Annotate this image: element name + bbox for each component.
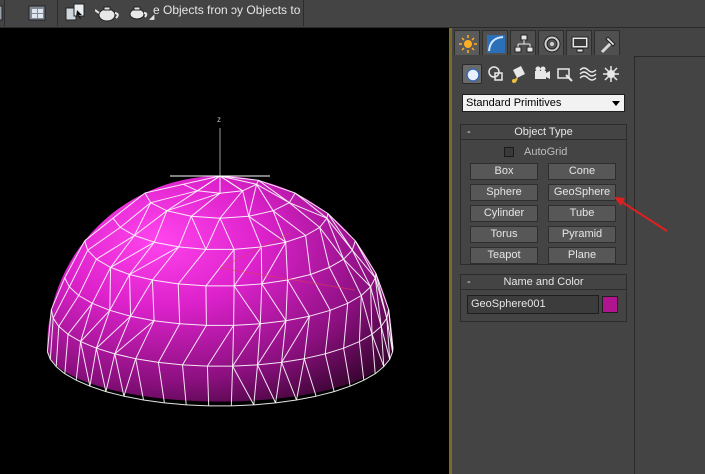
wireframe-edge bbox=[205, 285, 207, 326]
hierarchy-icon bbox=[514, 34, 534, 53]
utilities-tab[interactable] bbox=[594, 30, 620, 55]
create-tab[interactable] bbox=[454, 30, 480, 55]
lights-category-icon[interactable] bbox=[509, 64, 529, 84]
display-tab[interactable] bbox=[566, 30, 592, 55]
box-button[interactable]: Box bbox=[470, 163, 538, 180]
wireframe-edge bbox=[105, 391, 125, 397]
wireframe-edge bbox=[260, 246, 263, 284]
autogrid-checkbox[interactable] bbox=[504, 147, 514, 157]
tube-button[interactable]: Tube bbox=[548, 205, 616, 222]
hierarchy-tab[interactable] bbox=[510, 30, 536, 55]
geosphere-button[interactable]: GeoSphere bbox=[548, 184, 616, 201]
sphere-button[interactable]: Sphere bbox=[470, 184, 538, 201]
geosphere-wireframe[interactable]: z bbox=[0, 28, 449, 474]
wireframe-edge bbox=[231, 404, 254, 407]
cameras-category-icon[interactable] bbox=[532, 64, 552, 84]
create-subcategory-bar bbox=[462, 64, 632, 84]
name-and-color-rollout: - Name and Color GeoSphere001 bbox=[460, 274, 627, 322]
pyramid-button[interactable]: Pyramid bbox=[548, 226, 616, 243]
z-axis-label: z bbox=[217, 115, 221, 124]
name-and-color-rollout-header[interactable]: - Name and Color bbox=[461, 275, 626, 290]
geosphere-object[interactable] bbox=[46, 175, 394, 407]
hammer-icon bbox=[600, 36, 616, 54]
wireframe-edge bbox=[143, 399, 165, 404]
name-and-color-title: Name and Color bbox=[503, 276, 584, 288]
teapot-render-dropdown-icon[interactable] bbox=[126, 2, 148, 24]
systems-category-icon[interactable] bbox=[601, 64, 621, 84]
toolbar-separator bbox=[57, 0, 58, 26]
wireframe-edge bbox=[186, 404, 209, 407]
category-dropdown-value: Standard Primitives bbox=[466, 97, 562, 109]
toolbar-separator bbox=[303, 0, 304, 26]
wireframe-edge bbox=[275, 399, 297, 404]
autogrid-label: AutoGrid bbox=[524, 146, 568, 158]
wireframe-edge bbox=[296, 395, 317, 401]
wireframe-edge bbox=[253, 402, 276, 406]
wireframe-edge bbox=[164, 402, 187, 406]
motion-tab[interactable] bbox=[538, 30, 564, 55]
toolbar-edge-icon[interactable] bbox=[0, 2, 4, 24]
cone-button[interactable]: Cone bbox=[548, 163, 616, 180]
torus-button[interactable]: Torus bbox=[470, 226, 538, 243]
perspective-viewport[interactable]: z bbox=[0, 28, 449, 474]
shapes-category-icon[interactable] bbox=[486, 64, 506, 84]
chevron-down-icon bbox=[612, 101, 620, 106]
selection-set-dropdown[interactable]: e Objects fron ɔy Objects to bbox=[153, 3, 300, 17]
cylinder-button[interactable]: Cylinder bbox=[470, 205, 538, 222]
object-type-rollout: - Object Type AutoGrid Box Cone Sphere G… bbox=[460, 124, 627, 265]
space-warps-category-icon[interactable] bbox=[578, 64, 598, 84]
category-dropdown[interactable]: Standard Primitives bbox=[462, 94, 625, 112]
toolbar-separator bbox=[4, 0, 5, 26]
display-monitor-icon bbox=[571, 36, 589, 53]
wireframe-edge bbox=[233, 285, 235, 326]
app-window: ◢ e Objects fron ɔy Objects to z Standar… bbox=[0, 0, 705, 474]
collapse-icon: - bbox=[467, 276, 471, 288]
geosphere-surface bbox=[47, 176, 393, 402]
command-panel: Standard Primitives - Object Type AutoGr… bbox=[452, 28, 633, 474]
plane-button[interactable]: Plane bbox=[548, 247, 616, 264]
object-type-title: Object Type bbox=[514, 126, 573, 138]
teapot-render-icon[interactable] bbox=[94, 2, 119, 24]
motion-icon bbox=[543, 35, 561, 53]
teapot-button[interactable]: Teapot bbox=[470, 247, 538, 264]
wireframe-edge bbox=[315, 391, 335, 397]
helpers-category-icon[interactable] bbox=[555, 64, 575, 84]
object-name-field[interactable]: GeoSphere001 bbox=[467, 295, 599, 314]
modify-curve-icon bbox=[487, 35, 505, 53]
object-type-rollout-header[interactable]: - Object Type bbox=[461, 125, 626, 140]
command-panel-tabs bbox=[452, 30, 633, 56]
geometry-category-icon[interactable] bbox=[462, 64, 482, 84]
command-panel-extension bbox=[634, 56, 705, 474]
select-by-name-icon[interactable] bbox=[64, 2, 86, 24]
main-toolbar: ◢ e Objects fron ɔy Objects to bbox=[0, 0, 705, 28]
create-sun-icon bbox=[459, 35, 477, 53]
object-color-swatch[interactable] bbox=[602, 296, 618, 313]
collapse-icon: - bbox=[467, 126, 471, 138]
modify-tab[interactable] bbox=[482, 30, 508, 55]
scene-explorer-icon[interactable] bbox=[26, 2, 48, 24]
wireframe-edge bbox=[123, 395, 144, 401]
